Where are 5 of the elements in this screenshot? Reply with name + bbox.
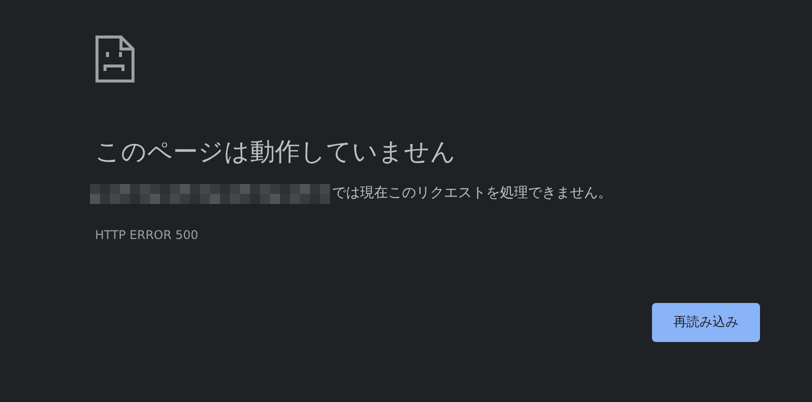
error-title: このページは動作していません: [95, 136, 457, 168]
reload-button[interactable]: 再読み込み: [652, 303, 760, 342]
error-code: HTTP ERROR 500: [95, 227, 200, 244]
sad-page-icon: [95, 35, 135, 83]
error-message: では現在このリクエストを処理できません。: [332, 184, 612, 203]
